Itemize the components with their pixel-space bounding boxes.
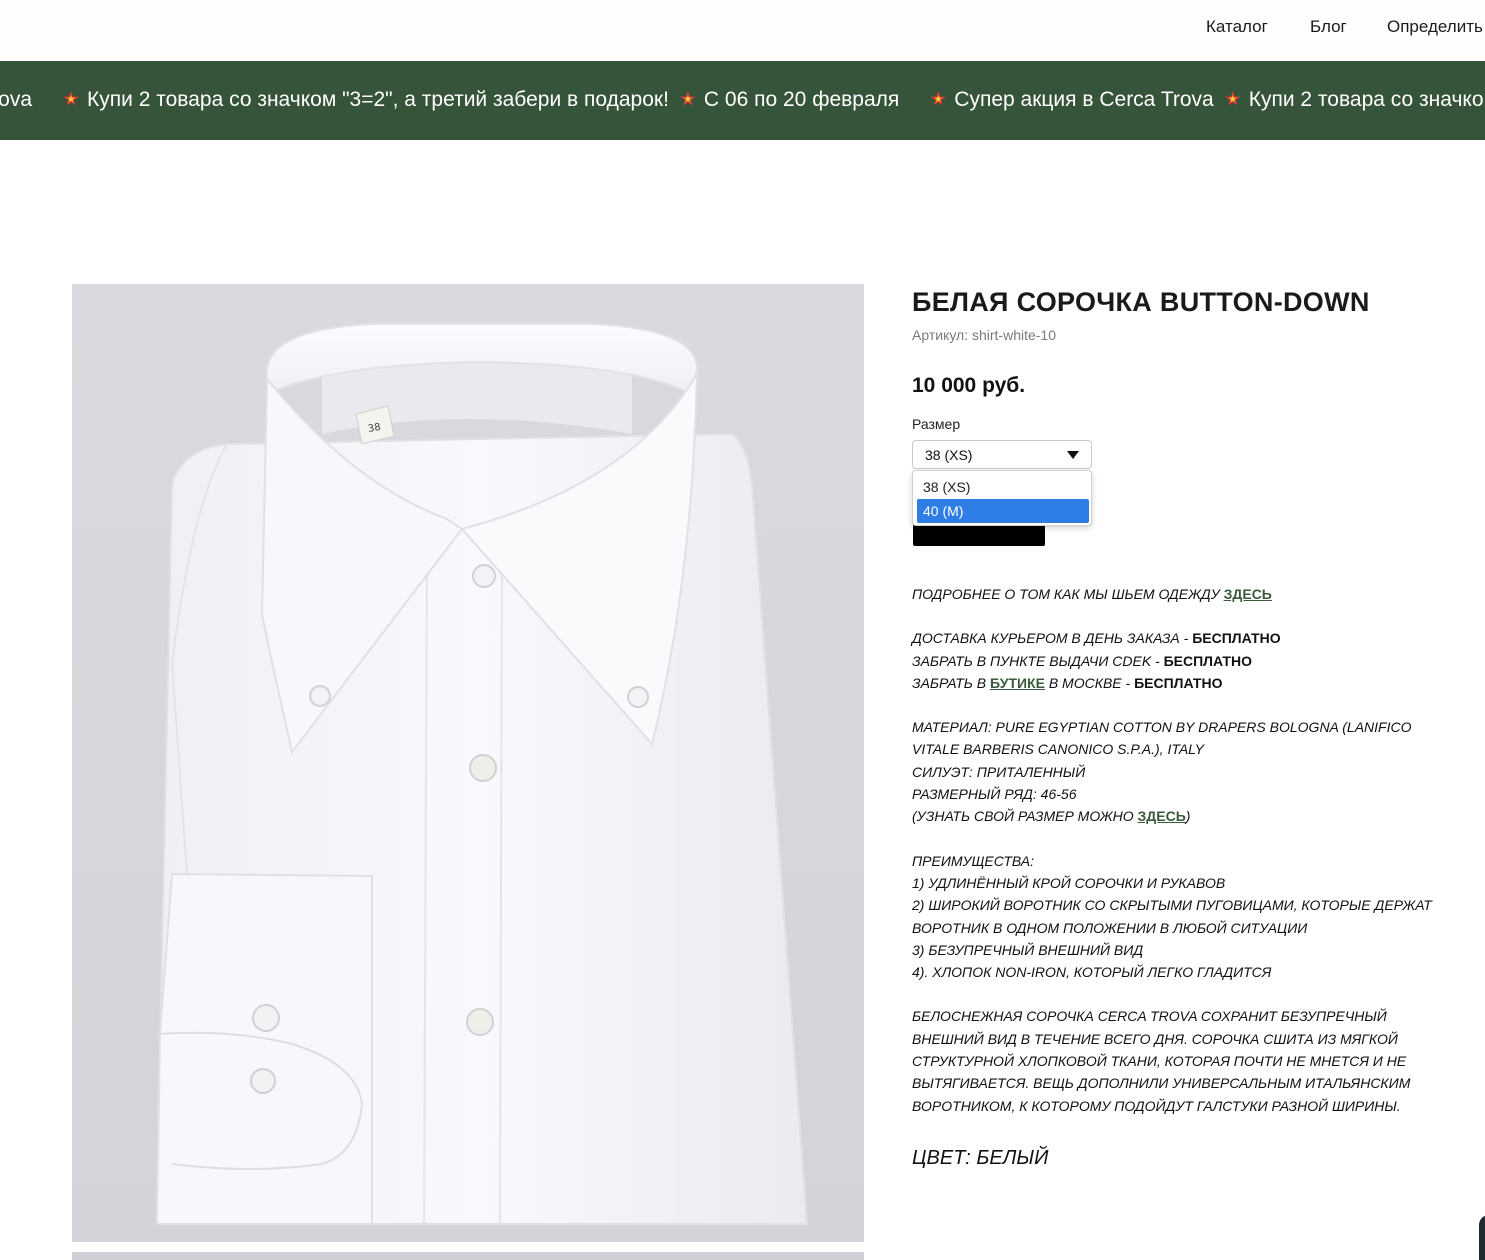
free-label: БЕСПЛАТНО	[1134, 674, 1223, 691]
size-guide-link[interactable]: ЗДЕСЬ	[1138, 808, 1186, 824]
size-select-value: 38 (XS)	[925, 447, 973, 463]
collision-burst-icon	[62, 90, 80, 108]
size-option-highlighted[interactable]: 40 (M)	[917, 499, 1089, 523]
advantages-title: ПРЕИМУЩЕСТВА:	[912, 852, 1035, 869]
size-option[interactable]: 38 (XS)	[917, 475, 1089, 499]
collision-burst-icon	[679, 90, 697, 108]
collision-burst-icon	[929, 90, 947, 108]
description-paragraph: БЕЛОСНЕЖНАЯ СОРОЧКА CERCA TROVA СОХРАНИТ…	[912, 1008, 1411, 1114]
pickup-boutique-line: ЗАБРАТЬ В БУТИКЕ В МОСКВЕ - БЕСПЛАТНО	[912, 672, 1452, 694]
chat-widget-button[interactable]	[1479, 1215, 1485, 1260]
find-size-text: (УЗНАТЬ СВОЙ РАЗМЕР МОЖНО	[912, 808, 1138, 825]
promo-ticker: n Trova Купи 2 товара со значком "3=2", а…	[0, 61, 1485, 140]
boutique-link[interactable]: БУТИКЕ	[990, 675, 1045, 691]
find-size-line: (УЗНАТЬ СВОЙ РАЗМЕР МОЖНО ЗДЕСЬ)	[912, 805, 1452, 827]
advantage-item: 2) ШИРОКИЙ ВОРОТНИК СО СКРЫТЫМИ ПУГОВИЦА…	[912, 897, 1432, 936]
material-line: МАТЕРИАЛ: PURE EGYPTIAN COTTON BY DRAPER…	[912, 719, 1412, 758]
size-dropdown: 38 (XS) 40 (M)	[912, 470, 1092, 526]
nav-link-catalog[interactable]: Каталог	[1206, 17, 1268, 37]
nav-link-blog[interactable]: Блог	[1310, 17, 1347, 37]
collar-tag-text: 38	[367, 422, 381, 435]
white-shirt-image: 38	[155, 323, 809, 1225]
product-title: БЕЛАЯ СОРОЧКА BUTTON-DOWN	[912, 287, 1370, 317]
size-label: Размер	[912, 416, 961, 432]
advantage-item: 4). ХЛОПОК NON-IRON, КОТОРЫЙ ЛЕГКО ГЛАДИ…	[912, 964, 1272, 981]
nav-link-detect[interactable]: Определить	[1387, 17, 1483, 37]
collision-burst-icon	[1224, 90, 1242, 108]
find-size-text: )	[1185, 808, 1191, 825]
pickup-cdek-line: ЗАБРАТЬ В ПУНКТЕ ВЫДАЧИ CDEK - БЕСПЛАТНО	[912, 650, 1452, 672]
free-label: БЕСПЛАТНО	[1192, 630, 1281, 647]
product-description: ПОДРОБНЕЕ О ТОМ КАК МЫ ШЬЕМ ОДЕЖДУ ЗДЕСЬ…	[912, 583, 1452, 1117]
product-color: ЦВЕТ: БЕЛЫЙ	[912, 1147, 1049, 1169]
ticker-text: Купи 2 товара со значком "3=2", а третий…	[87, 88, 669, 111]
next-product-photo[interactable]	[72, 1252, 864, 1260]
chevron-down-icon	[1067, 451, 1079, 459]
pickup-cdek-text: ЗАБРАТЬ В ПУНКТЕ ВЫДАЧИ CDEK -	[912, 652, 1164, 669]
size-select[interactable]: 38 (XS)	[912, 440, 1092, 469]
ticker-text: Супер акция в Cerca Trova	[954, 88, 1214, 111]
delivery-courier-text: ДОСТАВКА КУРЬЕРОМ В ДЕНЬ ЗАКАЗА -	[912, 630, 1193, 647]
how-we-sew-text: ПОДРОБНЕЕ О ТОМ КАК МЫ ШЬЕМ ОДЕЖДУ	[912, 586, 1224, 602]
pickup-boutique-text: ЗАБРАТЬ В	[912, 674, 991, 691]
ticker-text: Купи 2 товара со значко	[1248, 88, 1484, 111]
advantage-item: 3) БЕЗУПРЕЧНЫЙ ВНЕШНИЙ ВИД	[912, 941, 1144, 958]
pickup-boutique-text: В МОСКВЕ -	[1044, 674, 1135, 691]
ticker-text: С 06 по 20 февраля	[703, 88, 900, 111]
product-sku: Артикул: shirt-white-10	[912, 327, 1056, 343]
product-photo[interactable]: 38	[72, 284, 864, 1242]
how-we-sew-link[interactable]: ЗДЕСЬ	[1224, 586, 1272, 602]
how-we-sew-line: ПОДРОБНЕЕ О ТОМ КАК МЫ ШЬЕМ ОДЕЖДУ ЗДЕСЬ	[912, 583, 1452, 605]
free-label: БЕСПЛАТНО	[1163, 652, 1252, 669]
product-price: 10 000 руб.	[912, 374, 1026, 397]
top-navigation: Каталог Блог Определить	[0, 0, 1485, 61]
ticker-text: n Trova	[0, 88, 33, 111]
delivery-courier-line: ДОСТАВКА КУРЬЕРОМ В ДЕНЬ ЗАКАЗА - БЕСПЛА…	[912, 627, 1452, 649]
advantage-item: 1) УДЛИНЁННЫЙ КРОЙ СОРОЧКИ И РУКАВОВ	[912, 874, 1226, 891]
silhouette-line: СИЛУЭТ: ПРИТАЛЕННЫЙ	[912, 763, 1086, 780]
size-range-line: РАЗМЕРНЫЙ РЯД: 46-56	[912, 786, 1077, 803]
ticker-track: n Trova Купи 2 товара со значком "3=2", а…	[0, 88, 1485, 112]
